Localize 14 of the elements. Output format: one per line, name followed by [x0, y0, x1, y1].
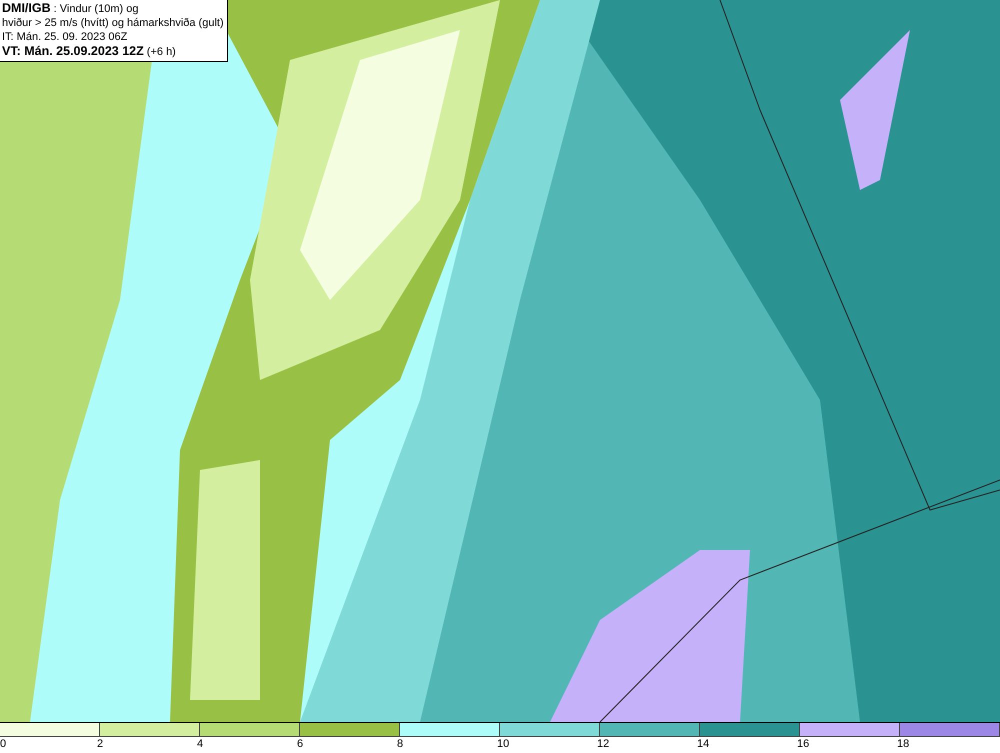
scale-label: 0 [0, 737, 6, 751]
caption-line: VT: Mán. 25.09.2023 12Z (+6 h) [2, 44, 177, 59]
caption-line: IT: Mán. 25. 09. 2023 06Z [2, 30, 128, 44]
scale-label: 8 [397, 737, 404, 751]
scale-label: 2 [97, 737, 104, 751]
scale-label: 12 [597, 737, 610, 751]
scale-label: 6 [297, 737, 304, 751]
scale-label: 4 [197, 737, 204, 751]
scale-label: 14 [697, 737, 710, 751]
scale-label: 16 [797, 737, 810, 751]
caption-line: DMI/IGB : Vindur (10m) og [2, 1, 140, 16]
caption-line: hviður > 25 m/s (hvítt) og hámarkshviða (gult) [2, 16, 224, 30]
scale-label: 18 [897, 737, 910, 751]
scale-label: 10 [497, 737, 510, 751]
